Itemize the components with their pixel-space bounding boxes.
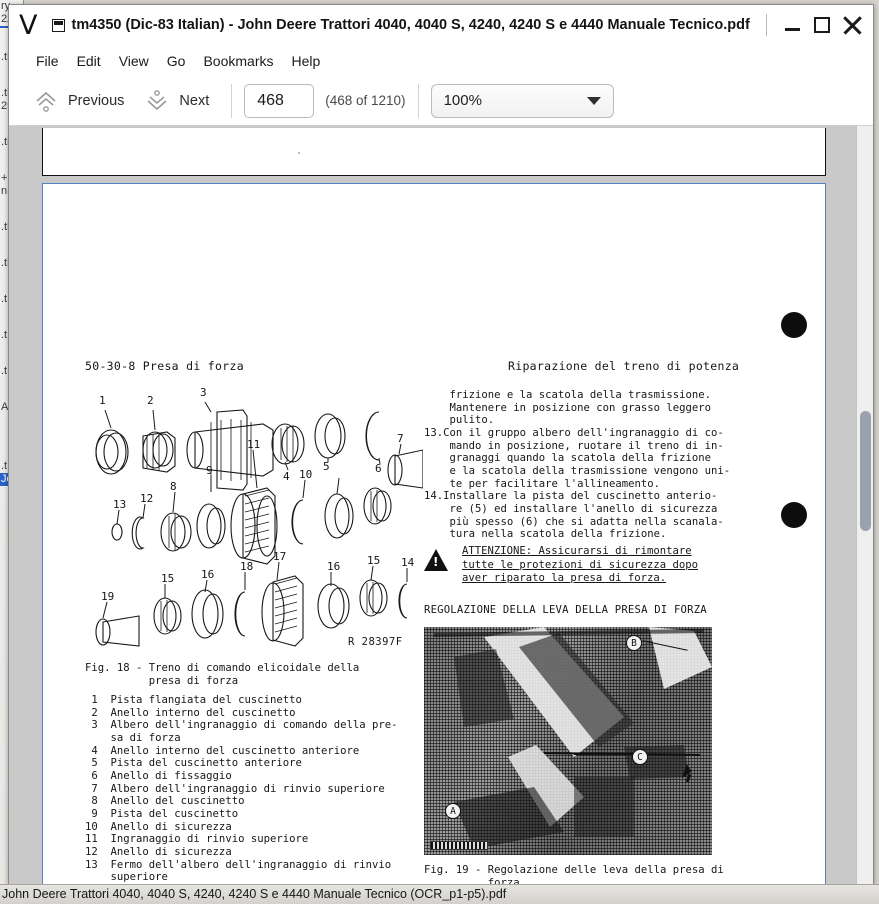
menu-edit[interactable]: Edit: [68, 50, 110, 72]
next-page-button[interactable]: Next: [134, 83, 219, 119]
diagram-number: 6: [375, 462, 382, 475]
diagram-svg: [95, 401, 424, 647]
menu-bar: File Edit View Go Bookmarks Help: [9, 46, 873, 76]
menu-go[interactable]: Go: [158, 50, 195, 72]
title-bar: V tm4350 (Dic-83 Italian) - John Deere T…: [9, 5, 873, 46]
diagram-number: 11: [247, 438, 261, 451]
close-button[interactable]: [837, 10, 867, 40]
diagram-number: 9: [206, 464, 213, 477]
diagram-number: 8: [170, 480, 177, 493]
page-number-input[interactable]: [244, 83, 315, 118]
maximize-icon: [814, 17, 830, 33]
menu-bookmarks[interactable]: Bookmarks: [194, 50, 282, 72]
figure-reference-number: R 28397F: [348, 636, 403, 648]
close-icon: [842, 15, 862, 35]
page-section-header: 50-30-8 Presa di forza: [85, 359, 244, 373]
toolbar-separator: [417, 83, 419, 118]
vertical-scrollbar[interactable]: [856, 126, 873, 885]
menu-file[interactable]: File: [27, 50, 68, 72]
diagram-number: 10: [299, 468, 313, 481]
document-icon: [52, 18, 66, 32]
right-column-body-text: frizione e la scatola della trasmissione…: [424, 389, 731, 541]
toolbar: Previous Next (468 of 1210) 100%: [9, 76, 873, 126]
zoom-level-select[interactable]: 100%: [430, 83, 614, 118]
previous-page-label: Previous: [68, 92, 125, 109]
hole-punch-artifact: [781, 502, 807, 528]
figure-19-photo: B C A: [424, 627, 712, 855]
previous-page-fragment: [42, 128, 826, 176]
taskbar-window-label[interactable]: John Deere Trattori 4040, 4040 S, 4240, …: [0, 887, 506, 901]
diagram-number: 3: [200, 386, 207, 399]
pdf-viewer-window: V tm4350 (Dic-83 Italian) - John Deere T…: [8, 4, 874, 886]
diagram-number-16b: 16: [201, 568, 215, 581]
photo-callout-b: B: [626, 635, 642, 651]
hole-punch-artifact: [781, 312, 807, 338]
photo-shapes: [433, 627, 712, 849]
menu-view[interactable]: View: [110, 50, 158, 72]
minimize-icon: [784, 28, 800, 31]
vertical-scrollbar-thumb[interactable]: [860, 411, 871, 531]
diagram-number: 4: [283, 470, 290, 483]
diagram-number-15b: 15: [161, 572, 175, 585]
minimize-button[interactable]: [777, 10, 807, 40]
chevron-up-icon: [33, 88, 59, 114]
diagram-number: 15: [367, 554, 381, 567]
diagram-number: 2: [147, 394, 154, 407]
diagram-number: 14: [401, 556, 415, 569]
photo-callout-c: C: [632, 749, 648, 765]
photo-id-stamp: [430, 841, 488, 850]
maximize-button[interactable]: [807, 10, 837, 40]
exploded-parts-diagram: 1 2 3 4 5 6 7 8 9 10 11 12 13 14 15 16 1: [83, 384, 424, 649]
zoom-level-value: 100%: [443, 92, 482, 109]
next-page-label: Next: [179, 92, 210, 109]
page-count-label: (468 of 1210): [325, 93, 406, 108]
previous-page-button[interactable]: Previous: [23, 83, 134, 119]
parts-legend-list: 1 Pista flangiata del cuscinetto 2 Anell…: [85, 694, 398, 885]
diagram-number: 18: [240, 560, 254, 573]
diagram-number: 7: [397, 432, 404, 445]
diagram-number: 16: [327, 560, 341, 573]
photo-callout-a: A: [445, 803, 461, 819]
document-scroll-area: 50-30-8 Presa di forza Riparazione del t…: [9, 126, 873, 885]
diagram-number: 1: [99, 394, 106, 407]
document-canvas[interactable]: 50-30-8 Presa di forza Riparazione del t…: [9, 126, 856, 885]
figure-19-caption: Fig. 19 - Regolazione delle leva della p…: [424, 864, 724, 885]
page-speck: [298, 152, 300, 154]
safety-warning-text: ATTENZIONE: Assicurarsi di rimontare tut…: [462, 545, 698, 585]
chevron-down-icon: [586, 96, 601, 105]
callout-leader-line: [574, 754, 632, 756]
pdf-page-468[interactable]: 50-30-8 Presa di forza Riparazione del t…: [42, 183, 826, 885]
toolbar-separator: [231, 83, 233, 118]
figure-18-caption: Fig. 18 - Treno di comando elicoidale de…: [85, 662, 360, 687]
diagram-number: 19: [101, 590, 115, 603]
page-running-header: Riparazione del treno di potenza: [508, 359, 740, 373]
warning-triangle-icon: [424, 549, 448, 571]
window-title: tm4350 (Dic-83 Italian) - John Deere Tra…: [71, 17, 750, 33]
diagram-number: 5: [323, 460, 330, 473]
diagram-number: 13: [113, 498, 127, 511]
diagram-number: 17: [273, 550, 287, 563]
taskbar: John Deere Trattori 4040, 4040 S, 4240, …: [0, 884, 879, 904]
menu-help[interactable]: Help: [283, 50, 330, 72]
app-logo-icon: V: [19, 9, 38, 41]
right-column-subheading: REGOLAZIONE DELLA LEVA DELLA PRESA DI FO…: [424, 604, 707, 616]
chevron-down-icon: [144, 88, 170, 114]
diagram-number: 12: [140, 492, 154, 505]
titlebar-separator: [766, 14, 767, 36]
